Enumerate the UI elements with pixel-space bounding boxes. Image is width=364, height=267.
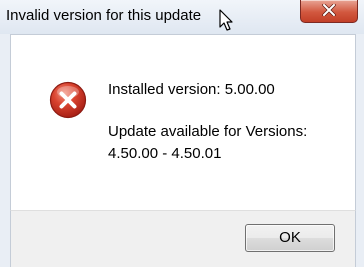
update-available-text: Update available for Versions: [108,123,308,140]
error-icon [49,81,87,119]
close-button[interactable] [300,0,358,23]
title-bar[interactable]: Invalid version for this update [0,0,364,34]
close-icon [322,4,336,16]
button-bar: OK [10,210,356,267]
ok-button[interactable]: OK [245,224,335,252]
message-area: Installed version: 5.00.00 Update availa… [10,34,356,211]
installed-version-text: Installed version: 5.00.00 [108,81,275,98]
error-dialog: Invalid version for this update Installe… [0,0,364,267]
window-title: Invalid version for this update [6,7,202,24]
mouse-pointer-icon [219,9,233,31]
version-range-text: 4.50.00 - 4.50.01 [108,145,222,162]
